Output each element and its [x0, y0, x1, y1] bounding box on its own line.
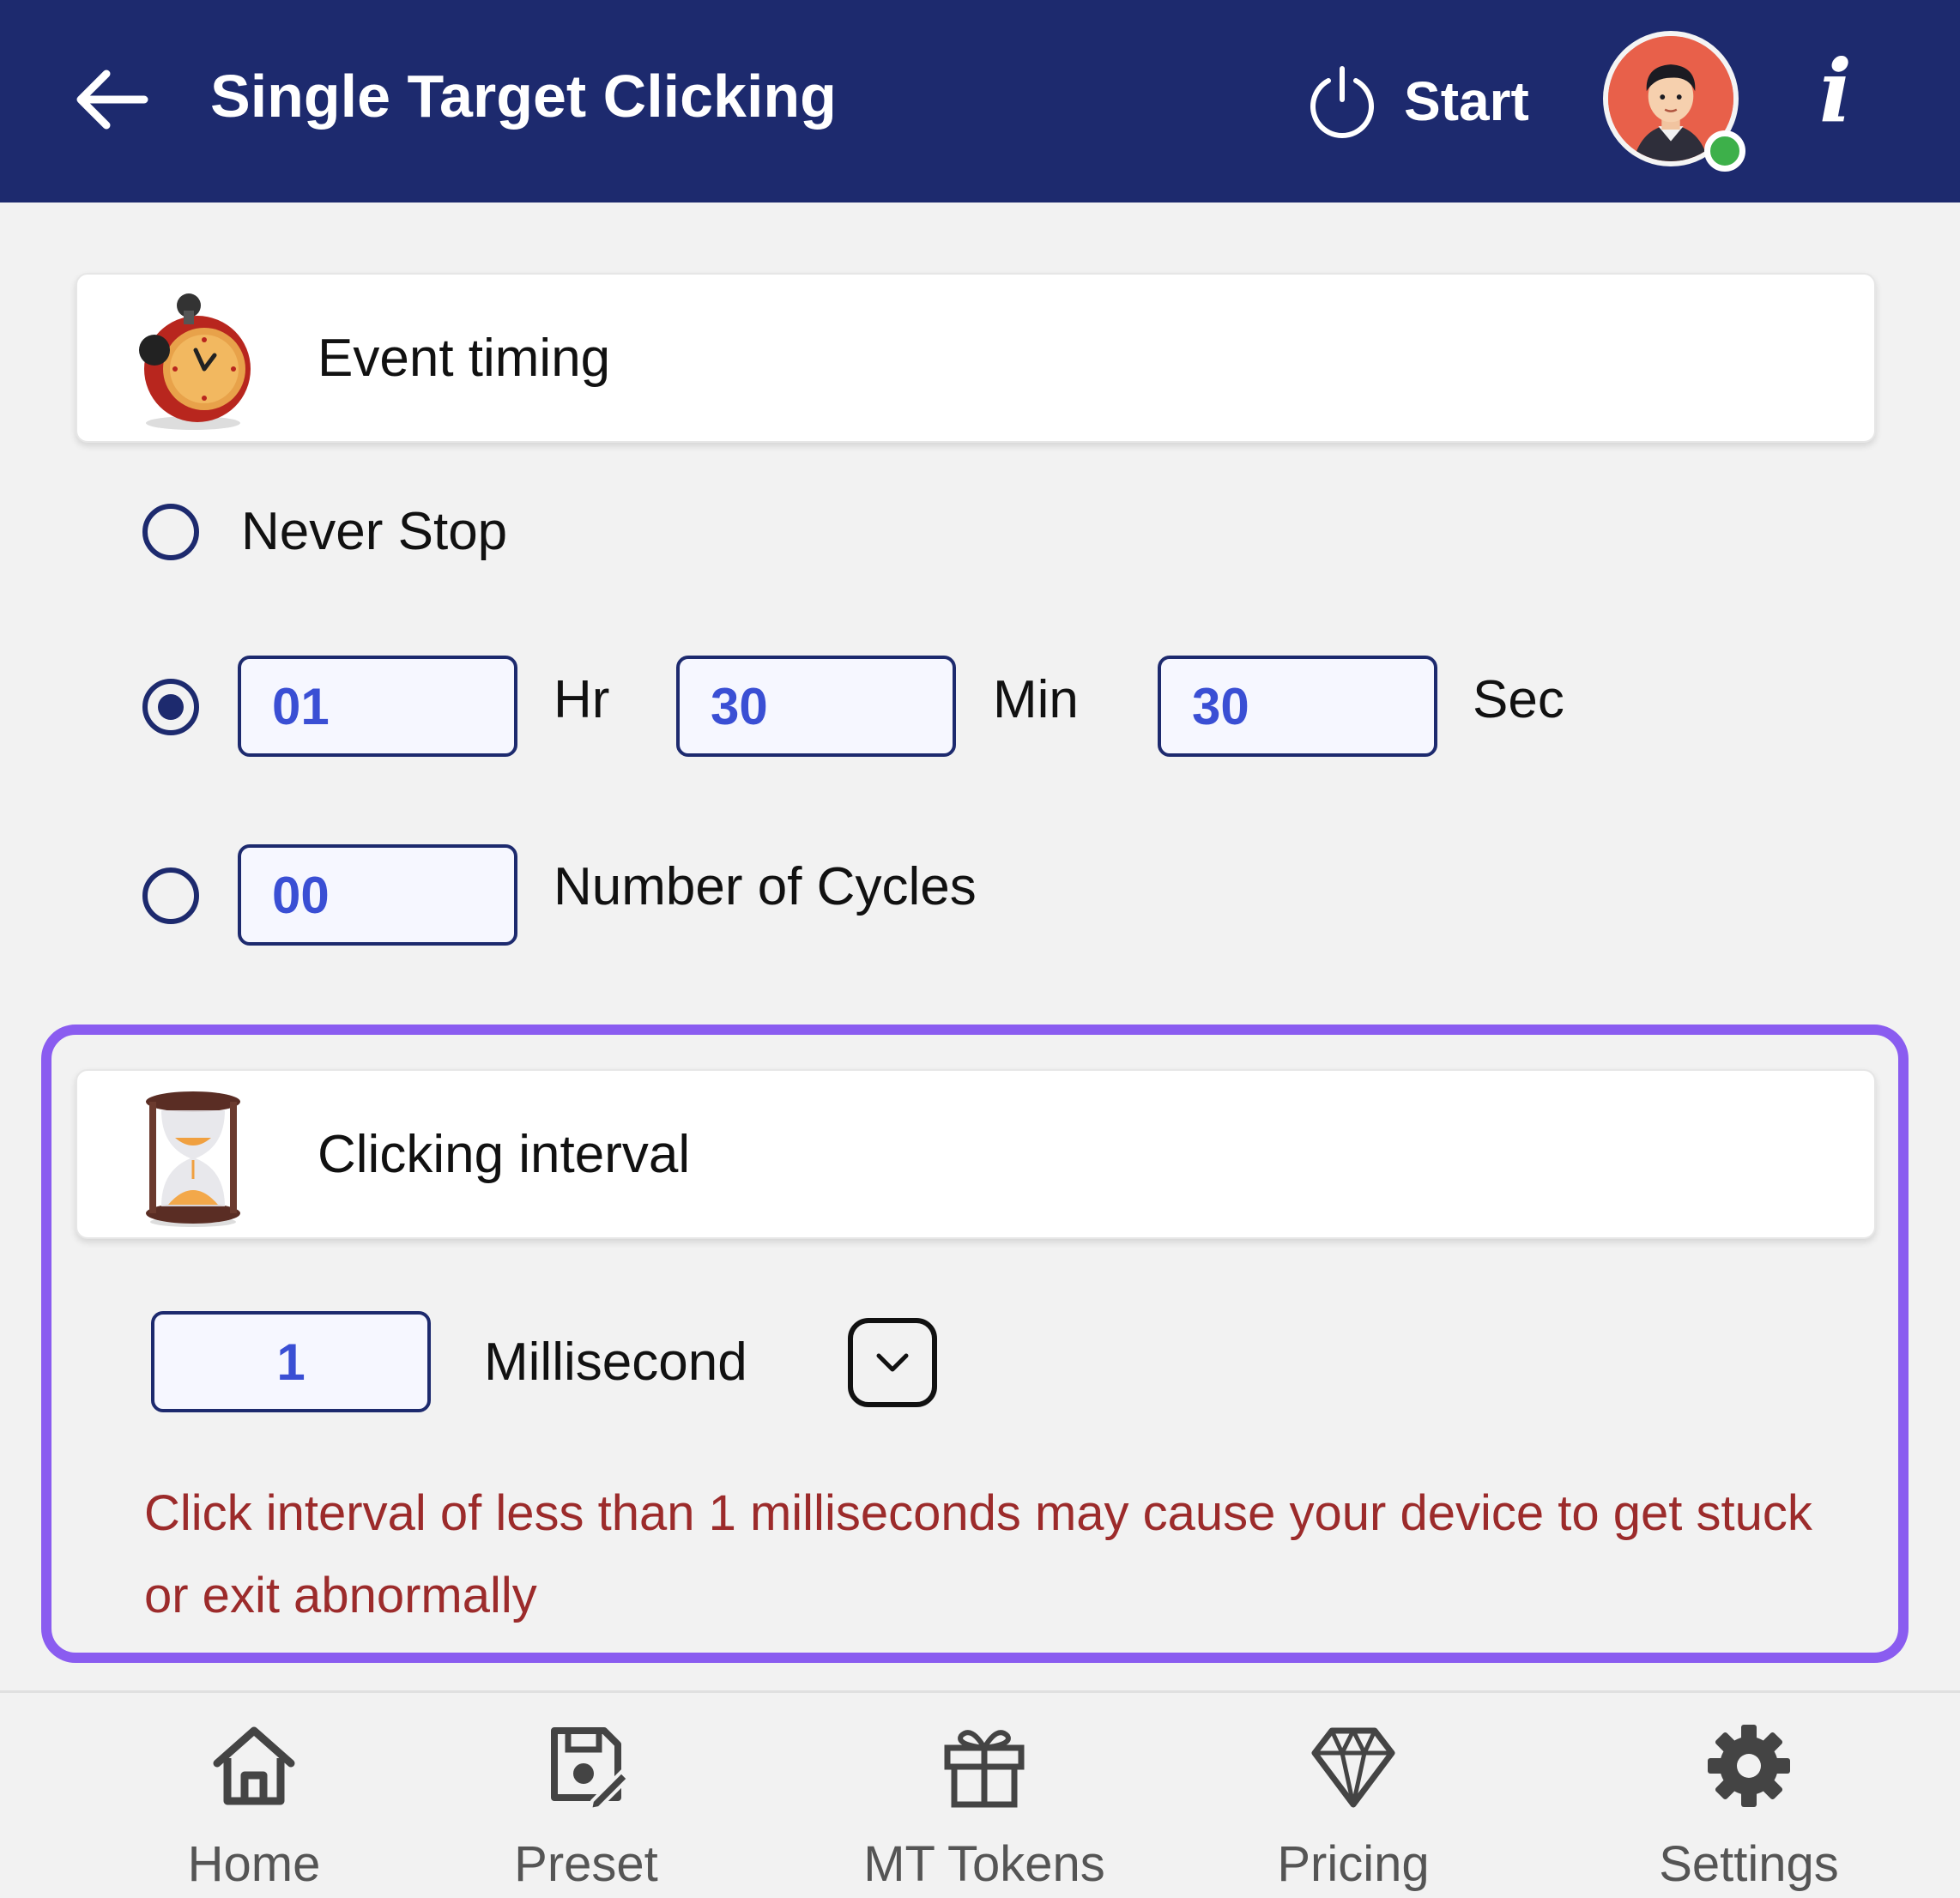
- nav-item-home[interactable]: Home: [125, 1719, 383, 1893]
- diamond-icon: [1311, 1727, 1395, 1808]
- nav-label-settings: Settings: [1659, 1836, 1839, 1892]
- start-button[interactable]: Start: [1304, 62, 1529, 141]
- cycles-input[interactable]: 00: [238, 844, 517, 946]
- hours-input[interactable]: 01: [238, 656, 517, 757]
- info-icon[interactable]: i: [1819, 48, 1852, 134]
- start-label: Start: [1404, 70, 1529, 132]
- back-arrow-icon[interactable]: [69, 57, 154, 142]
- interval-unit-label: Millisecond: [484, 1333, 747, 1392]
- preset-icon: [551, 1727, 631, 1812]
- nav-label-pricing: Pricing: [1277, 1836, 1430, 1892]
- online-status-dot: [1704, 130, 1745, 172]
- clicking-interval-card: Clicking interval: [76, 1069, 1876, 1239]
- nav-item-preset[interactable]: Preset: [457, 1719, 715, 1893]
- nav-item-settings[interactable]: Settings: [1620, 1719, 1878, 1893]
- cycles-radio[interactable]: [142, 867, 199, 924]
- minutes-unit-label: Min: [993, 670, 1079, 729]
- gift-icon: [944, 1730, 1025, 1808]
- nav-label-home: Home: [187, 1836, 321, 1892]
- power-icon: [1310, 66, 1374, 138]
- clicking-interval-title: Clicking interval: [318, 1125, 691, 1184]
- chevron-down-icon: [876, 1353, 909, 1372]
- event-timing-title: Event timing: [318, 329, 611, 388]
- nav-label-mt-tokens: MT Tokens: [863, 1836, 1105, 1892]
- home-icon: [213, 1726, 295, 1805]
- cycles-label: Number of Cycles: [554, 857, 977, 916]
- never-stop-label: Never Stop: [241, 502, 508, 561]
- alarm-clock-icon: [139, 293, 251, 430]
- interval-input[interactable]: 1: [151, 1311, 431, 1412]
- nav-label-preset: Preset: [514, 1836, 658, 1892]
- duration-radio[interactable]: [142, 679, 199, 735]
- minutes-input[interactable]: 30: [676, 656, 956, 757]
- gear-icon: [1708, 1725, 1790, 1807]
- interval-unit-dropdown[interactable]: [848, 1318, 937, 1407]
- top-app-bar: Single Target Clicking Start i: [0, 0, 1960, 202]
- bottom-navigation: Home Preset MT Tokens Pricing Settings: [0, 1690, 1960, 1898]
- hours-unit-label: Hr: [554, 670, 610, 729]
- hourglass-icon: [146, 1091, 240, 1227]
- interval-warning-text: Click interval of less than 1 millisecon…: [144, 1485, 1812, 1623]
- event-timing-card: Event timing: [76, 273, 1876, 443]
- seconds-input[interactable]: 30: [1158, 656, 1437, 757]
- page-title: Single Target Clicking: [210, 63, 837, 130]
- nav-item-mt-tokens[interactable]: MT Tokens: [856, 1719, 1113, 1893]
- seconds-unit-label: Sec: [1473, 670, 1564, 729]
- avatar[interactable]: [1603, 31, 1745, 172]
- never-stop-radio[interactable]: [142, 504, 199, 560]
- nav-item-pricing[interactable]: Pricing: [1225, 1719, 1482, 1893]
